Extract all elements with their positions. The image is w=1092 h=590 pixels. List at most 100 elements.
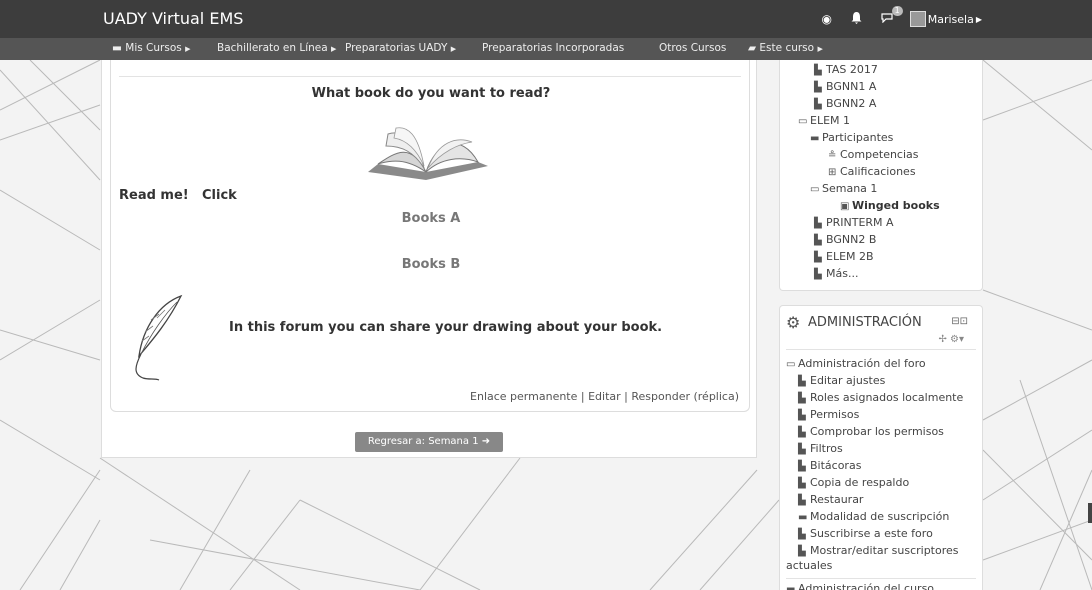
tree-item-competencias[interactable]: ≗ Competencias xyxy=(828,148,919,161)
gear-menu-icon[interactable]: ⚙▾ xyxy=(950,334,964,345)
file-icon: ▙ xyxy=(814,269,822,280)
block-actions: ✢ ⚙▾ xyxy=(938,334,964,345)
admin-item-editar-ajustes[interactable]: ▙ Editar ajustes xyxy=(798,374,885,387)
admin-item-mostrar-suscriptores[interactable]: ▙ Mostrar/editar suscriptores xyxy=(798,544,959,557)
caret-right-icon: ▶ xyxy=(450,45,457,53)
collapse-icon[interactable]: ⊟ xyxy=(951,316,959,327)
dock-icon[interactable]: ⊡ xyxy=(960,316,968,327)
admin-item-comprobar-permisos[interactable]: ▙ Comprobar los permisos xyxy=(798,425,944,438)
file-icon: ▙ xyxy=(798,529,806,540)
nav-otros-cursos[interactable]: Otros Cursos xyxy=(659,42,726,54)
nav-este-curso[interactable]: ▰ Este curso ▶ xyxy=(748,42,823,54)
folder-open-icon: ▭ xyxy=(798,116,808,127)
admin-item-restaurar[interactable]: ▙ Restaurar xyxy=(798,493,863,506)
bell-icon[interactable] xyxy=(850,12,864,26)
caret-right-icon: ▶ xyxy=(331,45,337,53)
block-controls: ⊟⊡ xyxy=(951,316,968,327)
nav-mis-cursos[interactable]: ▬ Mis Cursos ▶ xyxy=(112,42,190,54)
tree-item-mas[interactable]: ▙ Más... xyxy=(814,267,858,280)
tree-item-elem-1[interactable]: ▭ ELEM 1 xyxy=(798,114,850,127)
course-navbar: ▬ Mis Cursos ▶ Bachillerato en Línea ▶ P… xyxy=(0,38,1092,60)
user-name: Marisela xyxy=(927,12,974,26)
site-brand[interactable]: UADY Virtual EMS xyxy=(103,9,243,28)
file-icon: ▙ xyxy=(814,252,822,263)
permalink-link[interactable]: Enlace permanente xyxy=(470,390,577,403)
tree-item-winged-books[interactable]: ▣ Winged books xyxy=(840,199,940,212)
books-b-link[interactable]: Books B xyxy=(111,257,751,272)
scrollbar-thumb[interactable] xyxy=(1088,503,1092,523)
file-icon: ▙ xyxy=(798,376,806,387)
nav-preparatorias-uady[interactable]: Preparatorias UADY ▶ xyxy=(345,42,456,54)
sign-in-icon: ➜ xyxy=(481,436,491,447)
table-icon: ⊞ xyxy=(828,167,837,178)
tree-item-bgnn2-b[interactable]: ▙ BGNN2 B xyxy=(814,233,876,246)
messages-badge: 1 xyxy=(891,6,903,16)
admin-item-modalidad-suscripcion[interactable]: ▬ Modalidad de suscripción xyxy=(798,510,949,523)
file-icon: ▙ xyxy=(814,82,822,93)
return-button[interactable]: Regresar a: Semana 1 ➜ xyxy=(355,432,503,452)
tree-item-semana-1[interactable]: ▭ Semana 1 xyxy=(810,182,877,195)
open-book-image xyxy=(368,127,488,180)
tree-item-bgnn1-a[interactable]: ▙ BGNN1 A xyxy=(814,80,876,93)
admin-item-filtros[interactable]: ▙ Filtros xyxy=(798,442,843,455)
user-menu[interactable]: Marisela ▶ xyxy=(909,11,982,27)
administration-block: ⚙ ADMINISTRACIÓN ⊟⊡ ✢ ⚙▾ ▭ Administración… xyxy=(779,305,983,590)
admin-item-permisos[interactable]: ▙ Permisos xyxy=(798,408,859,421)
file-icon: ▙ xyxy=(798,495,806,506)
top-bar: UADY Virtual EMS ◉ 1 Marisela ▶ xyxy=(0,0,1092,38)
file-icon: ▙ xyxy=(798,444,806,455)
admin-item-roles[interactable]: ▙ Roles asignados localmente xyxy=(798,391,963,404)
admin-item-mostrar-suscriptores-cont[interactable]: actuales xyxy=(786,559,832,572)
admin-course-section[interactable]: ▬ Administración del curso xyxy=(786,582,934,590)
folder-icon: ▬ xyxy=(786,584,796,590)
tree-item-elem-2b[interactable]: ▙ ELEM 2B xyxy=(814,250,874,263)
tree-item-bgnn2-a[interactable]: ▙ BGNN2 A xyxy=(814,97,876,110)
divider xyxy=(119,76,741,77)
file-icon: ▙ xyxy=(814,235,822,246)
admin-item-bitacoras[interactable]: ▙ Bitácoras xyxy=(798,459,861,472)
forum-post: What book do you want to read? Read me! … xyxy=(110,60,750,412)
tree-item-tas-2017[interactable]: ▙ TAS 2017 xyxy=(814,63,878,76)
file-icon: ▙ xyxy=(798,427,806,438)
main-content: What book do you want to read? Read me! … xyxy=(101,60,757,458)
tree-item-printerm-a[interactable]: ▙ PRINTERM A xyxy=(814,216,894,229)
divider xyxy=(786,578,976,579)
file-icon: ▙ xyxy=(798,461,806,472)
admin-block-title: ADMINISTRACIÓN xyxy=(808,315,922,330)
navigation-block: ▙ TAS 2017 ▙ BGNN1 A ▙ BGNN2 A ▭ ELEM 1 ▬ Par… xyxy=(779,60,983,291)
forum-description: In this forum you can share your drawing… xyxy=(229,320,663,335)
file-icon: ▙ xyxy=(798,478,806,489)
edit-link[interactable]: Editar xyxy=(588,390,621,403)
read-me-text: Read me! xyxy=(119,188,189,203)
admin-forum-section[interactable]: ▭ Administración del foro xyxy=(786,357,926,370)
reply-link[interactable]: Responder (réplica) xyxy=(631,390,739,403)
folder-open-icon: ▭ xyxy=(786,359,796,370)
books-a-link[interactable]: Books A xyxy=(111,211,751,226)
file-icon: ▙ xyxy=(798,393,806,404)
caret-right-icon: ▶ xyxy=(975,14,982,24)
caret-right-icon: ▶ xyxy=(817,45,823,53)
file-icon: ▙ xyxy=(798,546,806,557)
gears-icon: ⚙ xyxy=(786,313,801,332)
divider xyxy=(786,349,976,350)
move-icon[interactable]: ✢ xyxy=(938,334,946,345)
forum-icon: ▣ xyxy=(840,201,850,212)
folder-icon: ▬ xyxy=(798,512,808,523)
tree-item-participantes[interactable]: ▬ Participantes xyxy=(810,131,893,144)
tree-item-calificaciones[interactable]: ⊞ Calificaciones xyxy=(828,165,916,178)
target-icon[interactable]: ◉ xyxy=(820,12,834,26)
caret-right-icon: ▶ xyxy=(185,45,191,53)
file-icon: ▙ xyxy=(814,65,822,76)
quill-image xyxy=(135,294,183,381)
file-icon: ▙ xyxy=(798,410,806,421)
nav-preparatorias-incorporadas[interactable]: Preparatorias Incorporadas xyxy=(482,42,624,54)
nav-bachillerato[interactable]: Bachillerato en Línea ▶ xyxy=(217,42,336,54)
stack-icon: ≗ xyxy=(828,150,837,161)
top-icons: ◉ 1 Marisela ▶ xyxy=(820,6,982,27)
click-text: Click xyxy=(202,188,237,203)
admin-item-copia-respaldo[interactable]: ▙ Copia de respaldo xyxy=(798,476,909,489)
admin-item-suscribirse[interactable]: ▙ Suscribirse a este foro xyxy=(798,527,933,540)
post-question: What book do you want to read? xyxy=(311,86,551,101)
folder-icon: ▬ xyxy=(810,133,820,144)
messages-icon[interactable]: 1 xyxy=(880,6,903,26)
